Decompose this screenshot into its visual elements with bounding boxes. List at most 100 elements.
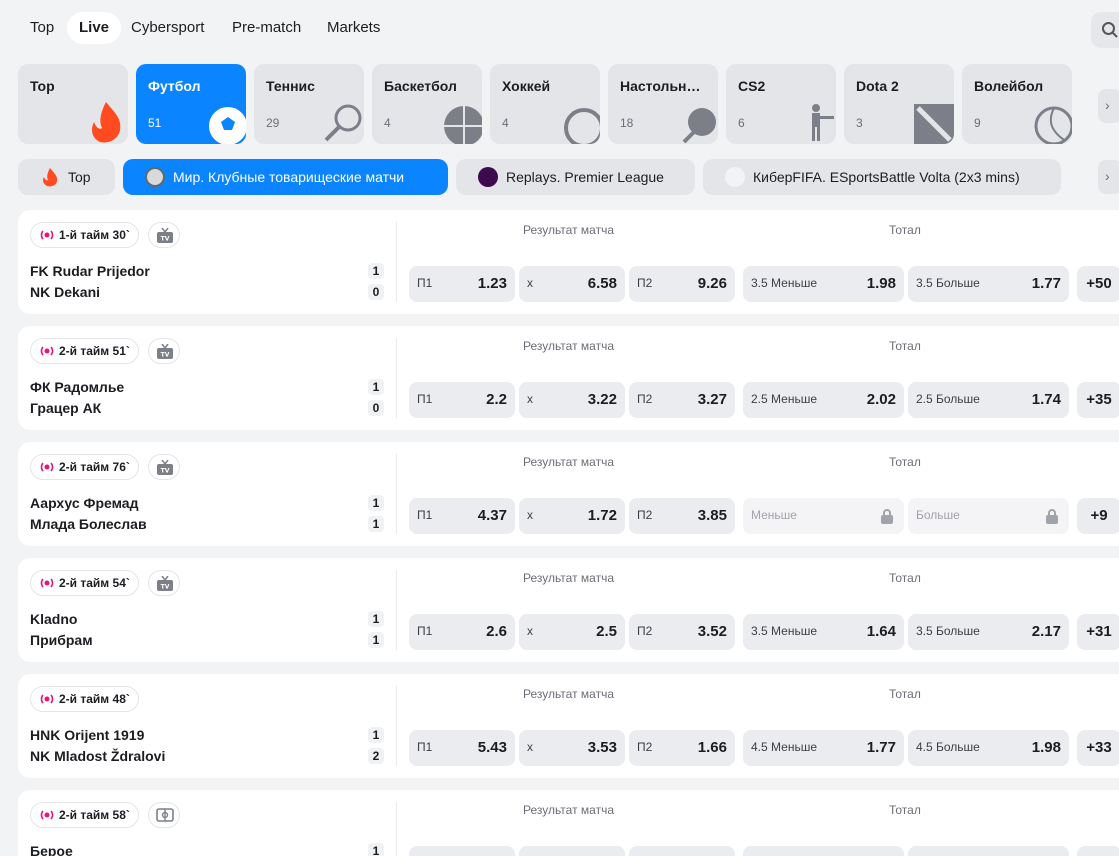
odd-value: 6.58 [587,275,617,292]
tab-top[interactable]: Top [18,12,66,44]
sports-next-button[interactable]: › [1098,89,1119,123]
league-cyberfifa-volta[interactable]: КиберFIFA. ESportsBattle Volta (2x3 mins… [703,159,1061,195]
away-team: NK Mladost Ždralovi [30,748,166,764]
tab-live[interactable]: Live [67,12,122,44]
more-markets-button[interactable]: +35 [1077,382,1119,418]
home-team: Kladno [30,611,78,627]
result-header: Результат матча [523,803,614,817]
odd-over-button[interactable]: Больше [908,498,1069,534]
odd-value: 1.98 [866,275,896,292]
odd-x-button[interactable]: х 3.22 [519,382,625,418]
odd-value: 1.74 [1031,391,1061,408]
sport-name: CS2 [738,78,766,94]
chevron-right-icon: › [1105,97,1110,113]
hockey-puck-icon [564,108,600,144]
odd-p1-button[interactable] [409,846,515,856]
odd-under-button[interactable]: 2.5 Меньше 2.02 [743,382,904,418]
odd-x-button[interactable]: х 2.5 [519,614,625,650]
sport-dota2[interactable]: Dota 2 3 [844,64,954,144]
odd-under-button[interactable]: Меньше [743,498,904,534]
odd-x-button[interactable]: х 3.53 [519,730,625,766]
live-broadcast-icon [40,810,54,820]
odd-under-button[interactable]: 4.5 Меньше 1.77 [743,730,904,766]
tab-markets[interactable]: Markets [315,12,392,44]
lock-icon [1046,509,1058,524]
odd-p2-button[interactable]: П2 3.85 [629,498,735,534]
search-button[interactable] [1091,12,1119,48]
tv-button[interactable]: TV [148,570,180,596]
tv-button[interactable]: TV [148,454,180,480]
live-status-badge: 2-й тайм 48` [30,686,139,712]
odd-p2-button[interactable]: П2 3.27 [629,382,735,418]
odd-p1-button[interactable]: П1 2.2 [409,382,515,418]
field-icon [156,808,174,822]
basketball-icon [444,106,482,144]
more-markets-button[interactable]: +31 [1077,614,1119,650]
odd-over-button[interactable]: 3.5 Больше 1.77 [908,266,1069,302]
odd-p2-button[interactable]: П2 1.66 [629,730,735,766]
top-navigation: Top Live Cybersport Pre-match Markets [0,0,1119,56]
fire-icon [92,102,121,143]
league-replays-premier[interactable]: Replays. Premier League [456,159,695,195]
odd-under-button[interactable] [743,846,904,856]
divider [396,222,397,302]
odd-label: х [527,624,533,638]
odd-p1-button[interactable]: П1 4.37 [409,498,515,534]
leagues-next-button[interactable]: › [1098,160,1119,194]
sport-hockey[interactable]: Хоккей 4 [490,64,600,144]
odd-over-button[interactable]: 3.5 Больше 2.17 [908,614,1069,650]
odd-p2-button[interactable]: П2 9.26 [629,266,735,302]
sport-name: Настольн… [620,78,701,94]
more-markets-button[interactable]: +33 [1077,730,1119,766]
sport-basketball[interactable]: Баскетбол 4 [372,64,482,144]
odd-x-button[interactable]: х 1.72 [519,498,625,534]
match-card[interactable]: 2-й тайм 54` TV Kladno Прибрам 1 1 Резул… [18,558,1119,662]
field-view-button[interactable] [148,802,180,828]
tab-pre-match[interactable]: Pre-match [220,12,313,44]
odd-label: х [527,276,533,290]
sport-tennis[interactable]: Теннис 29 [254,64,364,144]
tennis-racket-icon [324,104,362,142]
divider [396,454,397,534]
more-markets-button[interactable] [1077,846,1119,856]
match-card[interactable]: 2-й тайм 51` TV ФК Радомлье Грацер АК 1 … [18,326,1119,430]
odd-value: 3.22 [587,391,617,408]
live-broadcast-icon [40,230,54,240]
match-card[interactable]: 2-й тайм 58` Берое 1 Результат матча Тот… [18,790,1119,856]
odd-over-button[interactable] [908,846,1069,856]
leagues-row: Top Мир. Клубные товарищеские матчи Repl… [18,159,1068,195]
odd-under-button[interactable]: 3.5 Меньше 1.98 [743,266,904,302]
odd-p1-button[interactable]: П1 2.6 [409,614,515,650]
odd-label: 3.5 Меньше [751,624,817,638]
more-markets-button[interactable]: +9 [1077,498,1119,534]
odd-over-button[interactable]: 4.5 Больше 1.98 [908,730,1069,766]
league-world-friendlies[interactable]: Мир. Клубные товарищеские матчи [123,159,448,195]
match-card[interactable]: 2-й тайм 48` TV HNK Orijent 1919 NK Mlad… [18,674,1119,778]
sport-volleyball[interactable]: Волейбол 9 [962,64,1072,144]
odd-p1-button[interactable]: П1 1.23 [409,266,515,302]
tab-cybersport[interactable]: Cybersport [119,12,216,44]
more-markets-button[interactable]: +50 [1077,266,1119,302]
sport-table-tennis[interactable]: Настольн… 18 [608,64,718,144]
match-card[interactable]: 2-й тайм 76` TV Аархус Фремад Млада Боле… [18,442,1119,546]
tv-button[interactable]: TV [148,338,180,364]
home-score: 1 [368,495,384,511]
odd-value: 4.37 [477,507,507,524]
odd-p1-button[interactable]: П1 5.43 [409,730,515,766]
odd-label: 2.5 Больше [916,392,980,406]
odd-x-button[interactable] [519,846,625,856]
tv-button[interactable]: TV [148,222,180,248]
odd-p2-button[interactable] [629,846,735,856]
odd-over-button[interactable]: 2.5 Больше 1.74 [908,382,1069,418]
sport-cs2[interactable]: CS2 6 [726,64,836,144]
odd-label: х [527,508,533,522]
match-card[interactable]: 1-й тайм 30` TV FK Rudar Prijedor NK Dek… [18,210,1119,314]
globe-emblem-icon [145,167,165,187]
odd-x-button[interactable]: х 6.58 [519,266,625,302]
odd-p2-button[interactable]: П2 3.52 [629,614,735,650]
total-header: Тотал [889,687,921,701]
odd-under-button[interactable]: 3.5 Меньше 1.64 [743,614,904,650]
sport-top[interactable]: Top [18,64,128,144]
league-top[interactable]: Top [18,159,115,195]
sport-football[interactable]: Футбол 51 [136,64,246,144]
